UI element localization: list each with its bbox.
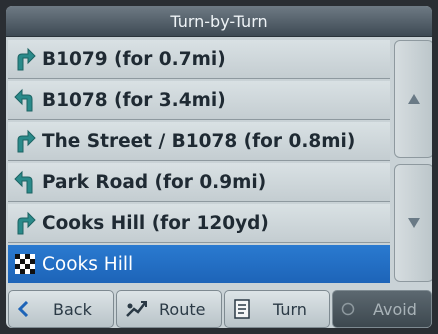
title-bar: Turn-by-Turn (6, 6, 432, 37)
turn-left-icon (12, 167, 38, 197)
list-item-label: B1079 (for 0.7mi) (42, 48, 226, 70)
checkered-flag-icon (12, 249, 38, 279)
list-item-label: The Street / B1078 (for 0.8mi) (42, 130, 356, 152)
list-item-label: Cooks Hill (for 120yd) (42, 212, 269, 234)
list-item[interactable]: The Street / B1078 (for 0.8mi) (8, 122, 390, 161)
turn-right-icon (12, 126, 38, 156)
avoid-label: Avoid (373, 299, 417, 319)
triangle-down-icon (407, 214, 421, 233)
chevron-left-icon (17, 301, 29, 317)
triangle-up-icon (407, 90, 421, 109)
back-button[interactable]: Back (8, 290, 114, 328)
turn-right-icon (12, 44, 38, 74)
route-button[interactable]: Route (116, 290, 222, 328)
list-item[interactable]: B1079 (for 0.7mi) (8, 40, 390, 79)
turn-by-turn-screen: Turn-by-Turn B1079 (for 0.7mi) B1078 (fo… (6, 6, 432, 328)
turn-list: B1079 (for 0.7mi) B1078 (for 3.4mi) The … (8, 40, 390, 286)
route-icon (125, 300, 147, 318)
list-item-label: B1078 (for 3.4mi) (42, 89, 226, 111)
page-title: Turn-by-Turn (170, 11, 268, 31)
scroll-down-button[interactable] (394, 164, 432, 282)
back-label: Back (53, 299, 92, 319)
list-item-label: Cooks Hill (42, 253, 134, 275)
turn-left-icon (12, 85, 38, 115)
bottom-toolbar: Back Route Turn Avoid (6, 290, 432, 328)
list-item-selected[interactable]: Cooks Hill (8, 245, 390, 283)
turn-label: Turn (273, 299, 307, 319)
list-item-label: Park Road (for 0.9mi) (42, 171, 267, 193)
avoid-icon (341, 302, 355, 316)
list-item[interactable]: Park Road (for 0.9mi) (8, 163, 390, 202)
list-document-icon (233, 299, 251, 319)
avoid-button[interactable]: Avoid (332, 290, 432, 328)
turn-right-icon (12, 208, 38, 238)
scroll-up-button[interactable] (394, 40, 432, 158)
list-item[interactable]: B1078 (for 3.4mi) (8, 81, 390, 120)
route-label: Route (159, 299, 206, 319)
list-item[interactable]: Cooks Hill (for 120yd) (8, 204, 390, 243)
turn-button[interactable]: Turn (224, 290, 330, 328)
